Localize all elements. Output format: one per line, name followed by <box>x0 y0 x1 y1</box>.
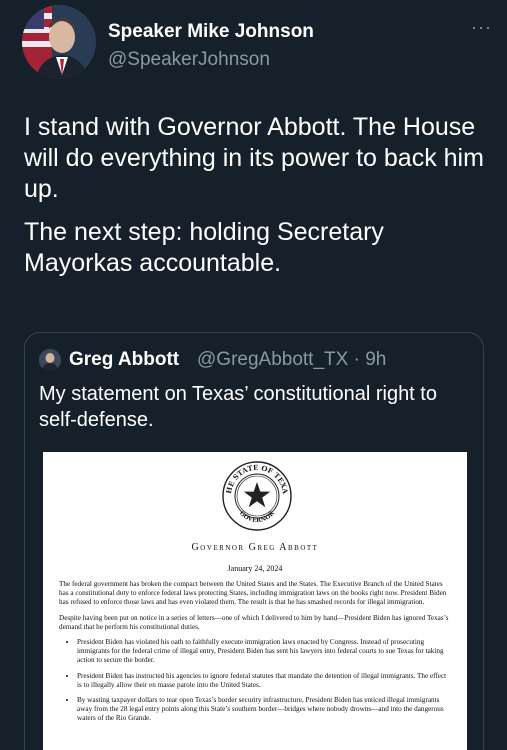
quoted-author-avatar <box>39 349 61 371</box>
tweet-paragraph: The next step: holding Secretary Mayorka… <box>24 218 384 277</box>
texas-seal-icon: THE STATE OF TEXAS GOVERNOR <box>221 460 292 531</box>
document-paragraph: Despite having been put on notice in a s… <box>59 613 449 631</box>
document-date: January 24, 2024 <box>227 564 283 573</box>
quoted-author-name: Greg Abbott <box>69 349 180 370</box>
document-bullet: President Biden has violated his oath to… <box>77 638 451 666</box>
quoted-tweet-text: My statement on Texas’ constitutional ri… <box>39 383 437 431</box>
author-avatar[interactable] <box>22 5 96 79</box>
document-title: Governor Greg Abbott <box>191 542 319 553</box>
more-options-icon[interactable]: ··· <box>471 17 492 38</box>
tweet-paragraph: I stand with Governor Abbott. The House … <box>24 113 484 203</box>
document-body: The federal government has broken the co… <box>59 580 451 730</box>
document-bullet: By wasting taxpayer dollars to tear open… <box>77 696 451 724</box>
quoted-tweet[interactable]: Greg Abbott @GregAbbott_TX · 9h My state… <box>24 332 484 750</box>
tweet-text: I stand with Governor Abbott. The House … <box>24 112 494 291</box>
tweet-header: Speaker Mike Johnson @SpeakerJohnson ··· <box>22 5 492 85</box>
quoted-author-handle-time: @GregAbbott_TX · 9h <box>197 349 387 370</box>
statement-document-image[interactable]: THE STATE OF TEXAS GOVERNOR Governor Gre… <box>43 452 467 750</box>
author-handle[interactable]: @SpeakerJohnson <box>108 49 270 71</box>
document-bullet-list: President Biden has violated his oath to… <box>77 638 451 724</box>
document-paragraph: The federal government has broken the co… <box>59 580 447 607</box>
author-display-name[interactable]: Speaker Mike Johnson <box>108 21 314 43</box>
document-bullet: President Biden has instructed his agenc… <box>77 672 451 690</box>
